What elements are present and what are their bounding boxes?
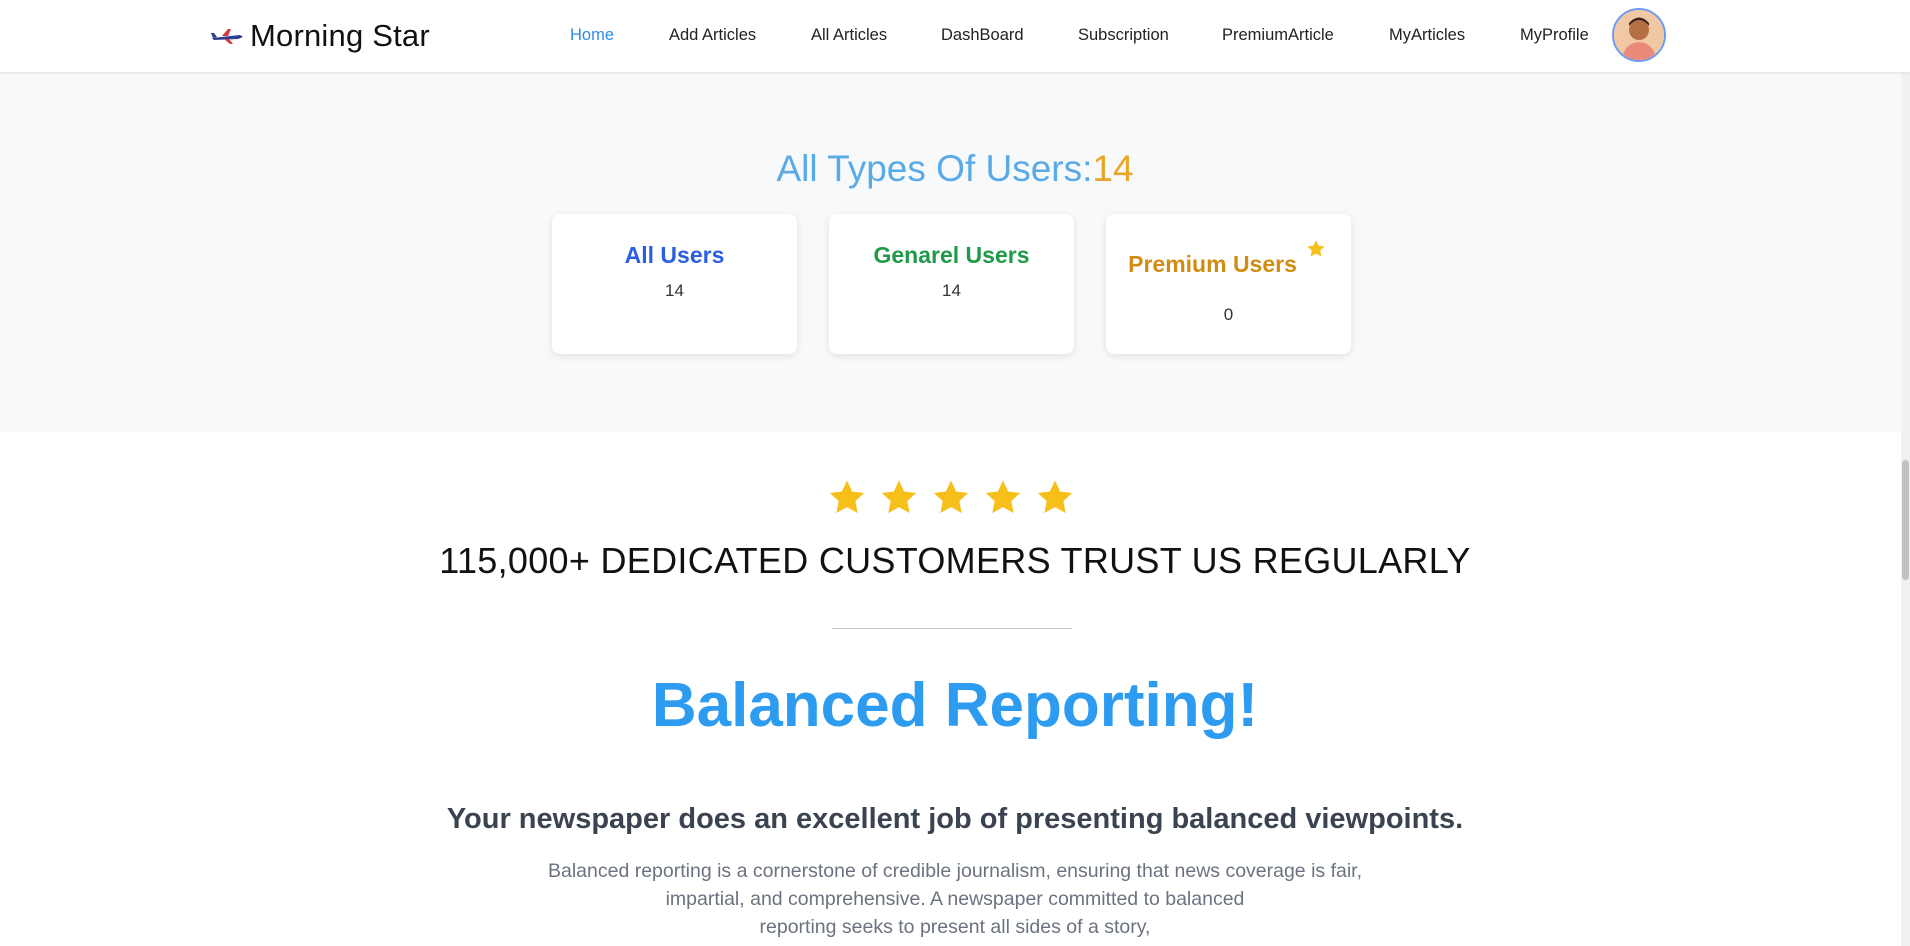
- paragraph-line: reporting seeks to present all sides of …: [759, 916, 1151, 938]
- scrollbar-thumb[interactable]: [1902, 460, 1909, 580]
- all-users-label: All Users: [624, 242, 725, 268]
- all-users-value: 14: [665, 281, 684, 300]
- avatar-photo: [1614, 10, 1664, 60]
- page-scrollbar[interactable]: [1901, 0, 1910, 946]
- nav-premium-article[interactable]: PremiumArticle: [1222, 26, 1334, 45]
- users-title: All Types Of Users:14: [0, 148, 1910, 190]
- trust-headline: 115,000+ DEDICATED CUSTOMERS TRUST US RE…: [439, 540, 1471, 581]
- premium-star-icon: [1307, 240, 1325, 257]
- nav-my-articles[interactable]: MyArticles: [1389, 26, 1465, 45]
- section-divider: [832, 628, 1072, 629]
- paragraph-line: Balanced reporting is a cornerstone of c…: [547, 860, 1363, 882]
- star-icon: [933, 480, 969, 513]
- nav-dashboard[interactable]: DashBoard: [941, 26, 1024, 45]
- user-avatar[interactable]: [1612, 8, 1666, 62]
- nav-add-articles[interactable]: Add Articles: [669, 26, 756, 45]
- brand-name: Morning Star: [250, 18, 430, 53]
- all-users-card: All Users 14: [552, 214, 797, 354]
- feature-paragraph: Balanced reporting is a cornerstone of c…: [0, 857, 1910, 941]
- general-users-card: Genarel Users 14: [829, 214, 1074, 354]
- star-icon: [829, 480, 865, 513]
- feature-title: Balanced Reporting!: [651, 671, 1259, 740]
- plane-logo-icon: [211, 29, 243, 44]
- top-navbar: Morning Star Home Add Articles All Artic…: [0, 0, 1910, 73]
- nav-all-articles[interactable]: All Articles: [811, 26, 887, 45]
- general-users-value: 14: [942, 281, 961, 300]
- star-icon: [1037, 480, 1073, 513]
- nav-subscription[interactable]: Subscription: [1078, 26, 1169, 45]
- general-users-label: Genarel Users: [873, 242, 1030, 268]
- nav-home[interactable]: Home: [570, 26, 614, 45]
- users-stats-section: All Types Of Users:14 All Users 14 Genar…: [0, 72, 1910, 432]
- star-icon: [985, 480, 1021, 513]
- nav-my-profile[interactable]: MyProfile: [1520, 26, 1589, 45]
- brand[interactable]: Morning Star: [210, 14, 430, 58]
- users-total-count: 14: [1092, 148, 1134, 189]
- paragraph-line: impartial, and comprehensive. A newspape…: [665, 888, 1245, 910]
- star-icon: [881, 480, 917, 513]
- feature-subtitle: Your newspaper does an excellent job of …: [446, 803, 1464, 835]
- premium-users-label: Premium Users: [1128, 251, 1297, 277]
- premium-users-value: 0: [1223, 305, 1234, 324]
- users-title-label: All Types Of Users:: [776, 148, 1093, 189]
- premium-users-card: Premium Users 0: [1106, 214, 1351, 354]
